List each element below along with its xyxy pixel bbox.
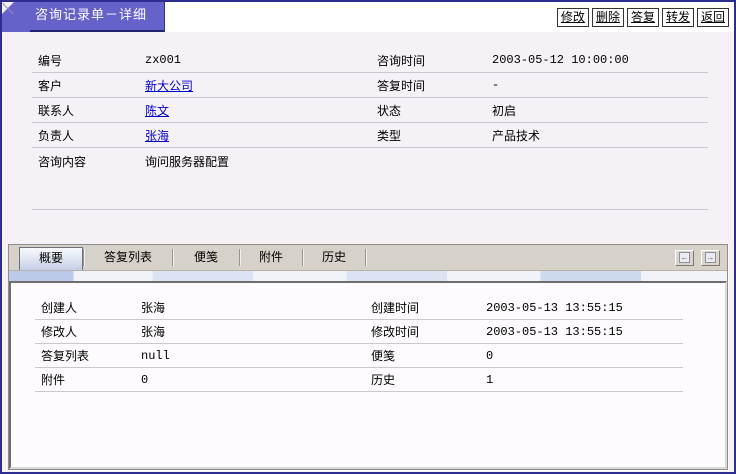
- owner-link[interactable]: 张海: [145, 129, 169, 143]
- tab-summary[interactable]: 概要: [19, 247, 83, 270]
- tab-history[interactable]: 历史: [303, 245, 365, 270]
- tab-reply-list[interactable]: 答复列表: [84, 245, 172, 270]
- field-value: 张海: [135, 296, 365, 320]
- field-label: 客户: [32, 73, 139, 98]
- field-label: 咨询内容: [32, 148, 139, 210]
- forward-button[interactable]: 转发: [662, 8, 694, 27]
- field-label: 编号: [32, 48, 139, 73]
- field-value: 1: [480, 368, 683, 392]
- field-label: 创建时间: [365, 296, 480, 320]
- field-label: 类型: [371, 123, 486, 148]
- table-row: 负责人 张海 类型 产品技术: [32, 123, 708, 148]
- table-row: 答复列表 null 便笺 0: [35, 344, 683, 368]
- modify-button[interactable]: 修改: [557, 8, 589, 27]
- page-corner-icon: [2, 2, 14, 14]
- tab-scroll-buttons: ← →: [675, 250, 720, 266]
- field-label: 便笺: [365, 344, 480, 368]
- customer-link[interactable]: 新大公司: [145, 79, 193, 93]
- field-label: 联系人: [32, 98, 139, 123]
- field-value: 2003-05-12 10:00:00: [486, 48, 708, 73]
- table-row: 编号 zx001 咨询时间 2003-05-12 10:00:00: [32, 48, 708, 73]
- field-label: 创建人: [35, 296, 135, 320]
- field-value: null: [135, 344, 365, 368]
- page-title: 咨询记录单－详细: [2, 2, 165, 32]
- toolbar: 修改 删除 答复 转发 返回: [557, 8, 729, 27]
- field-label: 答复列表: [35, 344, 135, 368]
- field-value: -: [486, 73, 708, 98]
- table-row: 修改人 张海 修改时间 2003-05-13 13:55:15: [35, 320, 683, 344]
- field-value: 产品技术: [486, 123, 708, 148]
- field-label: 咨询时间: [371, 48, 486, 73]
- right-arrow-icon: →: [705, 252, 716, 263]
- record-form-table: 编号 zx001 咨询时间 2003-05-12 10:00:00 客户 新大公…: [32, 48, 708, 210]
- field-value: 张海: [135, 320, 365, 344]
- reply-button[interactable]: 答复: [627, 8, 659, 27]
- record-form: 编号 zx001 咨询时间 2003-05-12 10:00:00 客户 新大公…: [2, 32, 734, 210]
- field-label: 附件: [35, 368, 135, 392]
- field-label: 答复时间: [371, 73, 486, 98]
- return-button[interactable]: 返回: [697, 8, 729, 27]
- field-label: 历史: [365, 368, 480, 392]
- table-row: 附件 0 历史 1: [35, 368, 683, 392]
- field-label: 状态: [371, 98, 486, 123]
- summary-tab-content: 创建人 张海 创建时间 2003-05-13 13:55:15 修改人 张海 修…: [9, 281, 727, 469]
- field-label: 负责人: [32, 123, 139, 148]
- field-value: 初启: [486, 98, 708, 123]
- left-arrow-icon: ←: [679, 252, 690, 263]
- field-value: 询问服务器配置: [139, 148, 708, 210]
- field-value: 2003-05-13 13:55:15: [480, 320, 683, 344]
- tab-attachment[interactable]: 附件: [240, 245, 302, 270]
- field-label: 修改人: [35, 320, 135, 344]
- tab-scrollbar-track[interactable]: [9, 270, 727, 281]
- table-row: 咨询内容 询问服务器配置: [32, 148, 708, 210]
- tab-scroll-right-button[interactable]: →: [701, 250, 720, 266]
- table-row: 联系人 陈文 状态 初启: [32, 98, 708, 123]
- delete-button[interactable]: 删除: [592, 8, 624, 27]
- tab-memo[interactable]: 便笺: [173, 245, 239, 270]
- tab-separator: [365, 249, 366, 266]
- field-value: 2003-05-13 13:55:15: [480, 296, 683, 320]
- table-row: 创建人 张海 创建时间 2003-05-13 13:55:15: [35, 296, 683, 320]
- summary-table: 创建人 张海 创建时间 2003-05-13 13:55:15 修改人 张海 修…: [35, 296, 683, 392]
- header-bar: 咨询记录单－详细 修改 删除 答复 转发 返回: [2, 2, 734, 32]
- detail-tab-panel: 概要 答复列表 便笺 附件 历史 ← → 创建人 张海: [8, 244, 728, 470]
- table-row: 客户 新大公司 答复时间 -: [32, 73, 708, 98]
- consultation-detail-window: 咨询记录单－详细 修改 删除 答复 转发 返回 编号 zx001 咨询时间 20…: [0, 0, 736, 474]
- field-value: zx001: [139, 48, 371, 73]
- field-value: 0: [480, 344, 683, 368]
- contact-link[interactable]: 陈文: [145, 104, 169, 118]
- tab-strip: 概要 答复列表 便笺 附件 历史 ← →: [9, 245, 727, 270]
- field-value: 0: [135, 368, 365, 392]
- tab-scroll-left-button[interactable]: ←: [675, 250, 694, 266]
- field-label: 修改时间: [365, 320, 480, 344]
